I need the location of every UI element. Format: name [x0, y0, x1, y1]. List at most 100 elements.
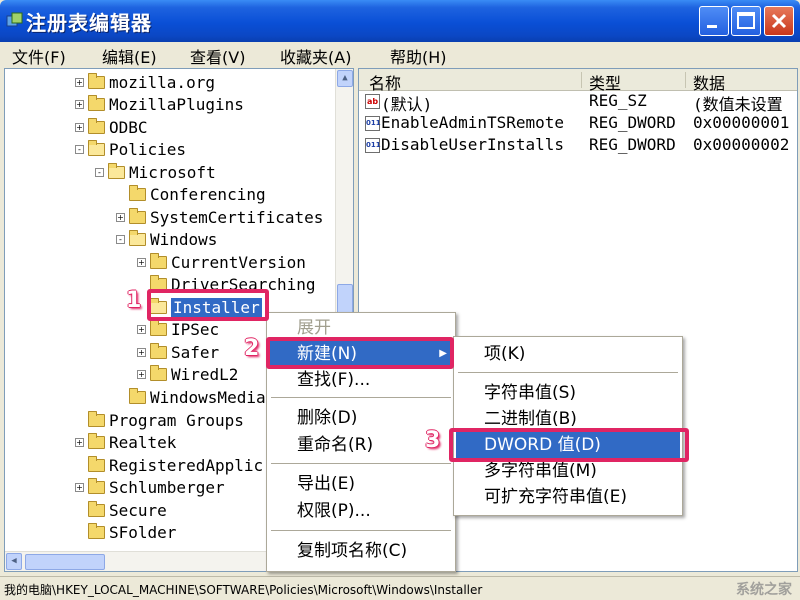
menu-separator: [458, 372, 678, 373]
maximize-button[interactable]: [731, 6, 761, 36]
value-row[interactable]: 011 EnableAdminTSRemote REG_DWORD 0x0000…: [359, 113, 797, 135]
folder-open-icon: [129, 229, 146, 246]
collapse-icon[interactable]: -: [75, 144, 84, 154]
title-bar[interactable]: 注册表编辑器: [0, 0, 800, 42]
collapse-icon[interactable]: -: [95, 167, 104, 177]
ctx-copy-key-name[interactable]: 复制项名称(C): [269, 538, 453, 564]
menu-help[interactable]: 帮助(H): [390, 44, 447, 68]
column-separator[interactable]: [581, 72, 582, 88]
expand-icon[interactable]: +: [75, 482, 84, 492]
expand-icon[interactable]: +: [75, 77, 84, 87]
folder-icon: [88, 500, 105, 517]
tree-item[interactable]: + CurrentVersion: [137, 251, 306, 273]
expand-icon[interactable]: +: [137, 369, 146, 379]
tree-item[interactable]: WindowsMedia: [116, 386, 266, 408]
scroll-thumb[interactable]: [25, 554, 105, 570]
sub-key[interactable]: 项(K): [456, 341, 680, 367]
expand-icon[interactable]: +: [75, 99, 84, 109]
ctx-permissions[interactable]: 权限(P)...: [269, 498, 453, 524]
sub-expandable-string-value[interactable]: 可扩充字符串值(E): [456, 484, 680, 510]
tree-item[interactable]: SFolder: [75, 521, 176, 543]
binary-value-icon: 011: [365, 138, 381, 153]
value-type: REG_DWORD: [589, 113, 676, 132]
column-separator[interactable]: [685, 72, 686, 88]
folder-icon: [88, 94, 105, 111]
sub-string-value[interactable]: 字符串值(S): [456, 380, 680, 406]
tree-item[interactable]: + ODBC: [75, 116, 148, 138]
tree-item[interactable]: + WiredL2: [137, 363, 238, 385]
minimize-button[interactable]: [699, 6, 729, 36]
folder-icon: [88, 432, 105, 449]
tree-item[interactable]: + IPSec: [137, 318, 219, 340]
tree-item[interactable]: + mozilla.org: [75, 71, 215, 93]
menu-favorites[interactable]: 收藏夹(A): [280, 44, 351, 68]
tree-item[interactable]: Conferencing: [116, 183, 266, 205]
value-data: 0x00000002: [693, 135, 790, 154]
tree-item[interactable]: - Microsoft: [95, 161, 216, 183]
folder-icon: [150, 319, 167, 336]
menu-file[interactable]: 文件(F): [12, 44, 66, 68]
tree-item[interactable]: + Schlumberger: [75, 476, 225, 498]
window-title: 注册表编辑器: [26, 11, 152, 35]
value-data: 0x00000001: [693, 113, 790, 132]
value-row[interactable]: 011 DisableUserInstalls REG_DWORD 0x0000…: [359, 135, 797, 157]
value-name: (默认): [381, 95, 433, 114]
expand-icon[interactable]: +: [137, 257, 146, 267]
value-row[interactable]: ab (默认) REG_SZ (数值未设置: [359, 91, 797, 114]
tree-item[interactable]: + Realtek: [75, 431, 176, 453]
close-button[interactable]: [764, 6, 794, 36]
scroll-left-arrow-icon[interactable]: ◀: [6, 553, 22, 570]
ctx-export[interactable]: 导出(E): [269, 471, 453, 497]
expand-icon[interactable]: +: [75, 122, 84, 132]
tree-item[interactable]: - Policies: [75, 138, 186, 160]
regedit-app-icon: [6, 12, 23, 27]
tree-item[interactable]: + Safer: [137, 341, 219, 363]
collapse-icon[interactable]: -: [116, 234, 125, 244]
annotation-number-3: 3: [425, 428, 441, 453]
tree-item[interactable]: RegisteredApplic: [75, 454, 263, 476]
folder-icon: [88, 410, 105, 427]
expand-icon[interactable]: +: [137, 324, 146, 334]
menu-separator: [271, 530, 451, 531]
folder-open-icon: [88, 139, 105, 156]
value-type: REG_SZ: [589, 91, 647, 110]
tree-item[interactable]: Program Groups: [75, 409, 244, 431]
annotation-box-step-3: [449, 428, 689, 462]
folder-icon: [88, 522, 105, 539]
folder-icon: [129, 207, 146, 224]
annotation-box-step-1: [147, 289, 269, 321]
tree-item[interactable]: Secure: [75, 499, 167, 521]
string-value-icon: ab: [365, 94, 380, 109]
tree-item[interactable]: - Windows: [116, 228, 217, 250]
folder-icon: [150, 364, 167, 381]
folder-icon: [129, 387, 146, 404]
close-icon: [771, 13, 787, 29]
scroll-up-arrow-icon[interactable]: ▲: [337, 70, 353, 87]
folder-icon: [150, 342, 167, 359]
menu-view[interactable]: 查看(V): [190, 44, 245, 68]
watermark-logo: 系统之家: [736, 582, 792, 598]
folder-icon: [129, 184, 146, 201]
value-name: DisableUserInstalls: [381, 135, 565, 154]
binary-value-icon: 011: [365, 116, 381, 131]
value-data: (数值未设置: [693, 95, 783, 114]
folder-icon: [88, 455, 105, 472]
ctx-find[interactable]: 查找(F)...: [269, 367, 453, 393]
folder-icon: [150, 252, 167, 269]
menu-edit[interactable]: 编辑(E): [102, 44, 157, 68]
expand-icon[interactable]: +: [116, 212, 125, 222]
menu-bar: 文件(F) 编辑(E) 查看(V) 收藏夹(A) 帮助(H): [0, 42, 800, 68]
value-type: REG_DWORD: [589, 135, 676, 154]
menu-separator: [271, 397, 451, 398]
tree-item[interactable]: + MozillaPlugins: [75, 93, 244, 115]
expand-icon[interactable]: +: [137, 347, 146, 357]
tree-item[interactable]: + SystemCertificates: [116, 206, 323, 228]
value-name: EnableAdminTSRemote: [381, 113, 565, 132]
expand-icon[interactable]: +: [75, 437, 84, 447]
